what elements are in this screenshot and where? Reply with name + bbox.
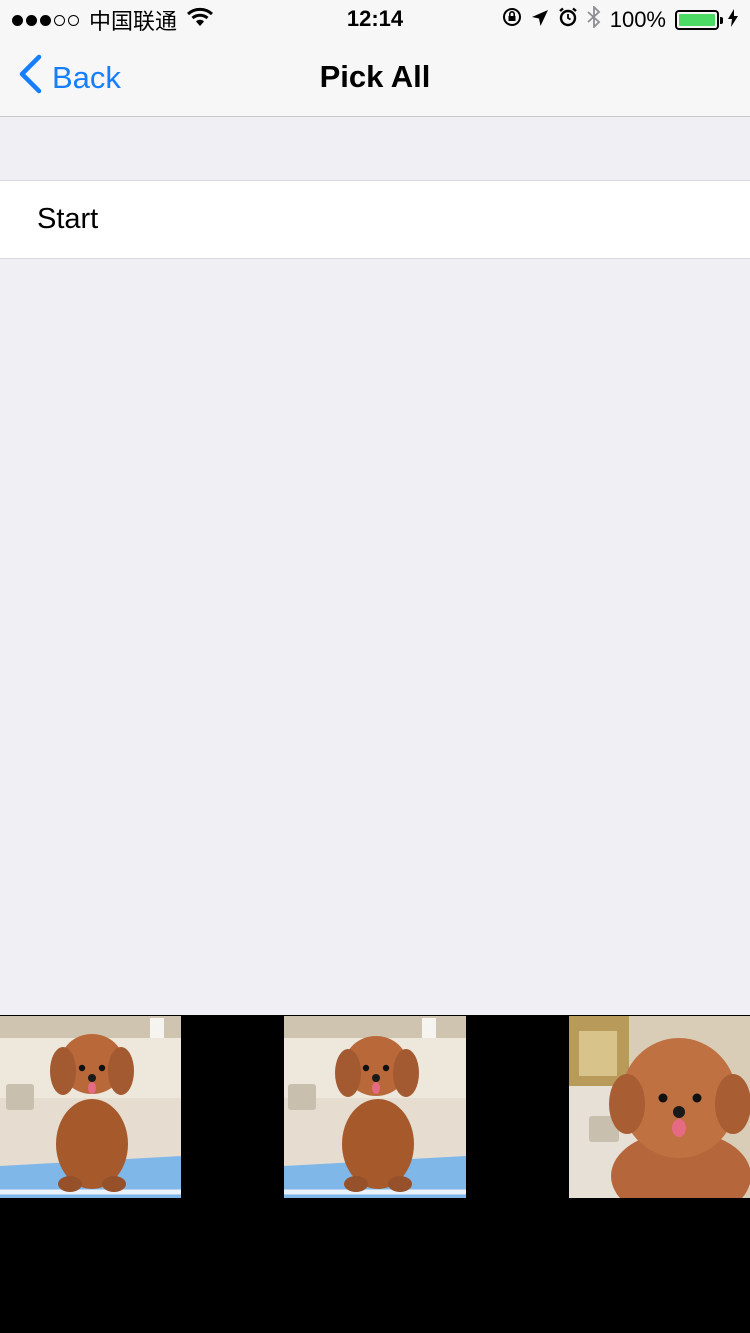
poodle-photo (0, 1016, 181, 1198)
photo-strip (0, 1015, 750, 1333)
status-right: 100% (502, 4, 738, 34)
navigation-bar: Back Pick All (0, 40, 750, 117)
start-cell[interactable]: Start (0, 180, 750, 259)
bluetooth-icon (587, 4, 601, 34)
app-screen: 中国联通 12:14 100% Back Pick All Start (0, 0, 750, 1333)
alarm-icon (558, 7, 578, 33)
page-title: Pick All (319, 59, 431, 94)
poodle-photo (569, 1016, 750, 1198)
location-arrow-icon (531, 7, 549, 33)
orientation-lock-icon (502, 7, 522, 33)
battery-percent: 100% (609, 7, 666, 32)
photo-thumbnail[interactable] (284, 1016, 466, 1198)
photo-thumbnail[interactable] (0, 1016, 181, 1198)
charging-bolt-icon (728, 7, 738, 33)
photo-thumbnail[interactable] (569, 1016, 750, 1198)
battery-icon (675, 10, 723, 30)
status-bar: 中国联通 12:14 100% (0, 0, 750, 40)
poodle-photo (284, 1016, 466, 1198)
start-label: Start (37, 203, 99, 235)
